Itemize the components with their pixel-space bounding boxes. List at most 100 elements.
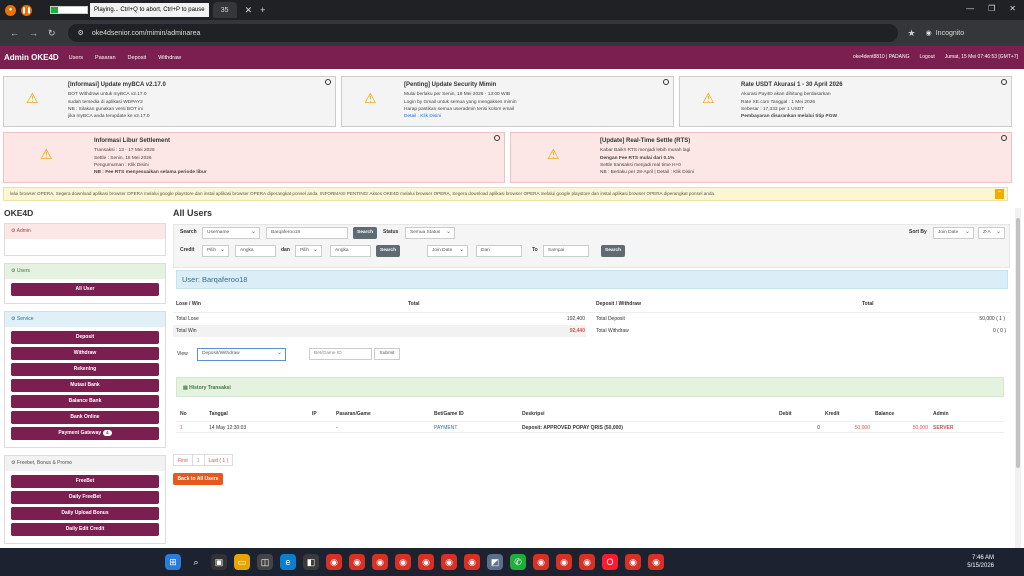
daily-upload-bonus-button[interactable]: Daily Upload Bonus (11, 507, 159, 520)
freebet-button[interactable]: FreeBet (11, 475, 159, 488)
rekening-button[interactable]: Rekening (11, 363, 159, 376)
view-select[interactable]: Deposit/Withdraw (197, 348, 286, 361)
date-from-input[interactable]: Dari (476, 245, 522, 257)
maximize-icon[interactable]: ❐ (988, 4, 995, 13)
close-notice-icon[interactable] (494, 135, 500, 141)
chrome-icon-4[interactable]: ◉ (395, 554, 411, 570)
chrome-icon-11[interactable]: ◉ (625, 554, 641, 570)
sidebar-users-header[interactable]: ⚙ Users (5, 264, 165, 279)
chrome-icon-6[interactable]: ◉ (441, 554, 457, 570)
task-view-icon[interactable]: ▣ (211, 554, 227, 570)
search-button[interactable]: Search (353, 227, 377, 239)
mutasi-bank-button[interactable]: Mutasi Bank (11, 379, 159, 392)
menu-users[interactable]: Users (69, 55, 83, 61)
pause-icon[interactable]: ❚❚ (21, 4, 32, 16)
date-search-button[interactable]: Search (601, 245, 625, 257)
sort-direction-select[interactable]: Z-A (978, 227, 1005, 239)
chrome-icon-5[interactable]: ◉ (418, 554, 434, 570)
add-tab-icon[interactable]: + (260, 5, 265, 15)
notice-title: Rate USDT Akurasi 1 - 30 April 2026 (741, 82, 843, 88)
chrome-icon-3[interactable]: ◉ (372, 554, 388, 570)
menu-pasaran[interactable]: Pasaran (95, 55, 116, 61)
forward-icon[interactable]: → (29, 28, 38, 38)
credit-op-select-2[interactable]: Pilih (295, 245, 322, 257)
notice-line: Settle transaksi menjadi real time H+0 (600, 162, 681, 168)
credit-amount-1[interactable]: Angka (235, 245, 276, 257)
sidebar-service-header[interactable]: ⚙ Service (5, 312, 165, 327)
chrome-icon-2[interactable]: ◉ (349, 554, 365, 570)
credit-amount-2[interactable]: Angka (330, 245, 371, 257)
back-icon[interactable]: ← (10, 28, 19, 38)
close-notice-icon[interactable] (663, 79, 669, 85)
reload-icon[interactable]: ↻ (48, 28, 56, 39)
deposit-button[interactable]: Deposit (11, 331, 159, 344)
status-select[interactable]: Semua Status (405, 227, 455, 239)
bank-online-button[interactable]: Bank Online (11, 411, 159, 424)
chrome-icon-7[interactable]: ◉ (464, 554, 480, 570)
winlose-header: Lose / Win (176, 301, 201, 307)
chrome-icon-1[interactable]: ◉ (326, 554, 342, 570)
close-icon[interactable]: ✕ (1009, 4, 1016, 13)
brand-title[interactable]: Admin OKE4D (4, 53, 59, 62)
file-explorer-icon[interactable]: ▭ (234, 554, 250, 570)
minimize-icon[interactable]: — (966, 4, 974, 13)
sidebar-admin-header[interactable]: ⚙ Admin (5, 224, 165, 239)
back-to-all-users-button[interactable]: Back to All Users (173, 473, 223, 485)
notice-line[interactable]: Detail : Klik Disini (404, 113, 517, 120)
credit-search-button[interactable]: Search (376, 245, 400, 257)
page-last[interactable]: Last ( 1 ) (203, 454, 234, 466)
search-by-select[interactable]: Username (202, 227, 260, 239)
col-bet-id: Bet/Game ID (434, 411, 464, 417)
datetime: Jumat, 15 Mei 07:46:53 [GMT+7] (944, 54, 1018, 60)
date-type-select[interactable]: Join Date (427, 245, 468, 257)
cell-bet-id[interactable]: PAYMENT (434, 422, 457, 434)
record-icon[interactable]: ● (5, 4, 16, 16)
daily-freebet-button[interactable]: Daily FreeBet (11, 491, 159, 504)
bet-id-input[interactable]: Bet/Game ID (309, 348, 372, 360)
incognito-badge[interactable]: ◉ Incognito (926, 29, 965, 38)
bookmark-star-icon[interactable]: ★ (908, 28, 916, 39)
payment-gateway-button[interactable]: Payment Gateway 4 (11, 427, 159, 440)
sidebar-promo-header[interactable]: ⚙ Freebet, Bonus & Promo (5, 456, 165, 471)
whatsapp-icon[interactable]: ✆ (510, 554, 526, 570)
system-clock[interactable]: 7:46 AM 5/15/2026 (967, 554, 994, 570)
new-tab-icon[interactable]: ✕ (245, 5, 253, 16)
chrome-icon-8[interactable]: ◉ (533, 554, 549, 570)
logout-link[interactable]: Logout (919, 54, 934, 60)
user-info[interactable]: oke4dent8810 | PADANG (853, 54, 910, 60)
sort-select[interactable]: Join Date (933, 227, 974, 239)
start-icon[interactable]: ⊞ (165, 554, 181, 570)
app-icon[interactable]: ◧ (303, 554, 319, 570)
submit-button[interactable]: Submit (374, 348, 400, 360)
chrome-icon-12[interactable]: ◉ (648, 554, 664, 570)
browser-tab[interactable]: 35 (212, 2, 237, 18)
balance-bank-button[interactable]: Balance Bank (11, 395, 159, 408)
opera-icon[interactable]: O (602, 554, 618, 570)
close-notice-icon[interactable] (1001, 135, 1007, 141)
withdraw-button[interactable]: Withdraw (11, 347, 159, 360)
chevron-up-icon[interactable]: ⌃ (995, 189, 1004, 199)
sidebar-users-body: All User (5, 279, 165, 303)
menu-deposit[interactable]: Deposit (128, 55, 147, 61)
close-notice-icon[interactable] (1001, 79, 1007, 85)
url-field[interactable]: ⚙ oke4dsenior.com/mimin/adminarea (67, 24, 898, 42)
edge-icon[interactable]: e (280, 554, 296, 570)
close-notice-icon[interactable] (325, 79, 331, 85)
page-first[interactable]: First (173, 454, 193, 466)
page-scrollbar[interactable] (1015, 208, 1021, 548)
chrome-icon-10[interactable]: ◉ (579, 554, 595, 570)
menu-withdraw[interactable]: Withdraw (158, 55, 181, 61)
notice-card-libur: ⚠ Informasi Libur Settlement Transaksi :… (3, 132, 505, 183)
site-info-icon[interactable]: ⚙ (78, 29, 84, 37)
scrollbar-thumb[interactable] (1016, 218, 1020, 468)
search-input[interactable]: Barqaferoo18 (266, 227, 348, 239)
credit-op-select-1[interactable]: Pilih (202, 245, 229, 257)
active-app-icon[interactable]: ◩ (487, 554, 503, 570)
search-icon[interactable]: ⌕ (188, 554, 204, 570)
store-icon[interactable]: ◫ (257, 554, 273, 570)
daily-edit-credit-button[interactable]: Daily Edit Credit (11, 523, 159, 536)
date-to-input[interactable]: Sampai (543, 245, 589, 257)
all-user-button[interactable]: All User (11, 283, 159, 296)
chrome-icon-9[interactable]: ◉ (556, 554, 572, 570)
dw-header: Deposit / Withdraw (596, 301, 641, 307)
